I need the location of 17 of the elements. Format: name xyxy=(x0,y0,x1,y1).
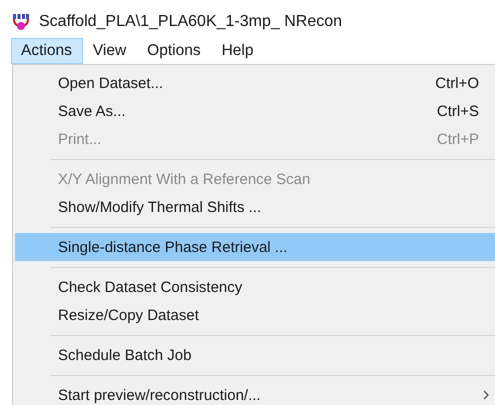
shortcut-label: Ctrl+S xyxy=(436,102,479,120)
menu-item[interactable]: Schedule Batch Job xyxy=(15,341,495,369)
app-icon xyxy=(12,13,30,31)
menu-item[interactable]: Resize/Copy Dataset xyxy=(15,301,495,329)
menu-item[interactable]: Save As... Ctrl+S xyxy=(15,97,495,125)
menu-item[interactable]: Single-distance Phase Retrieval ... xyxy=(15,233,495,261)
window-title: Scaffold_PLA\1_PLA60K_1-3mp_ NRecon xyxy=(39,13,342,31)
menu-item[interactable]: Open Dataset... Ctrl+O xyxy=(15,69,495,97)
menu-item[interactable]: Start preview/reconstruction/... xyxy=(15,381,495,405)
menu-item[interactable]: Show/Modify Thermal Shifts ... xyxy=(15,193,495,221)
menu-item[interactable]: Check Dataset Consistency xyxy=(15,273,495,301)
menubar-item[interactable]: Options xyxy=(137,38,212,64)
menubar-item[interactable]: View xyxy=(82,38,138,64)
shortcut-label: Ctrl+P xyxy=(436,130,479,148)
menubar-item[interactable]: Help xyxy=(212,38,264,64)
menubar-item[interactable]: Actions xyxy=(11,38,83,64)
shortcut-label: Ctrl+O xyxy=(435,74,479,92)
